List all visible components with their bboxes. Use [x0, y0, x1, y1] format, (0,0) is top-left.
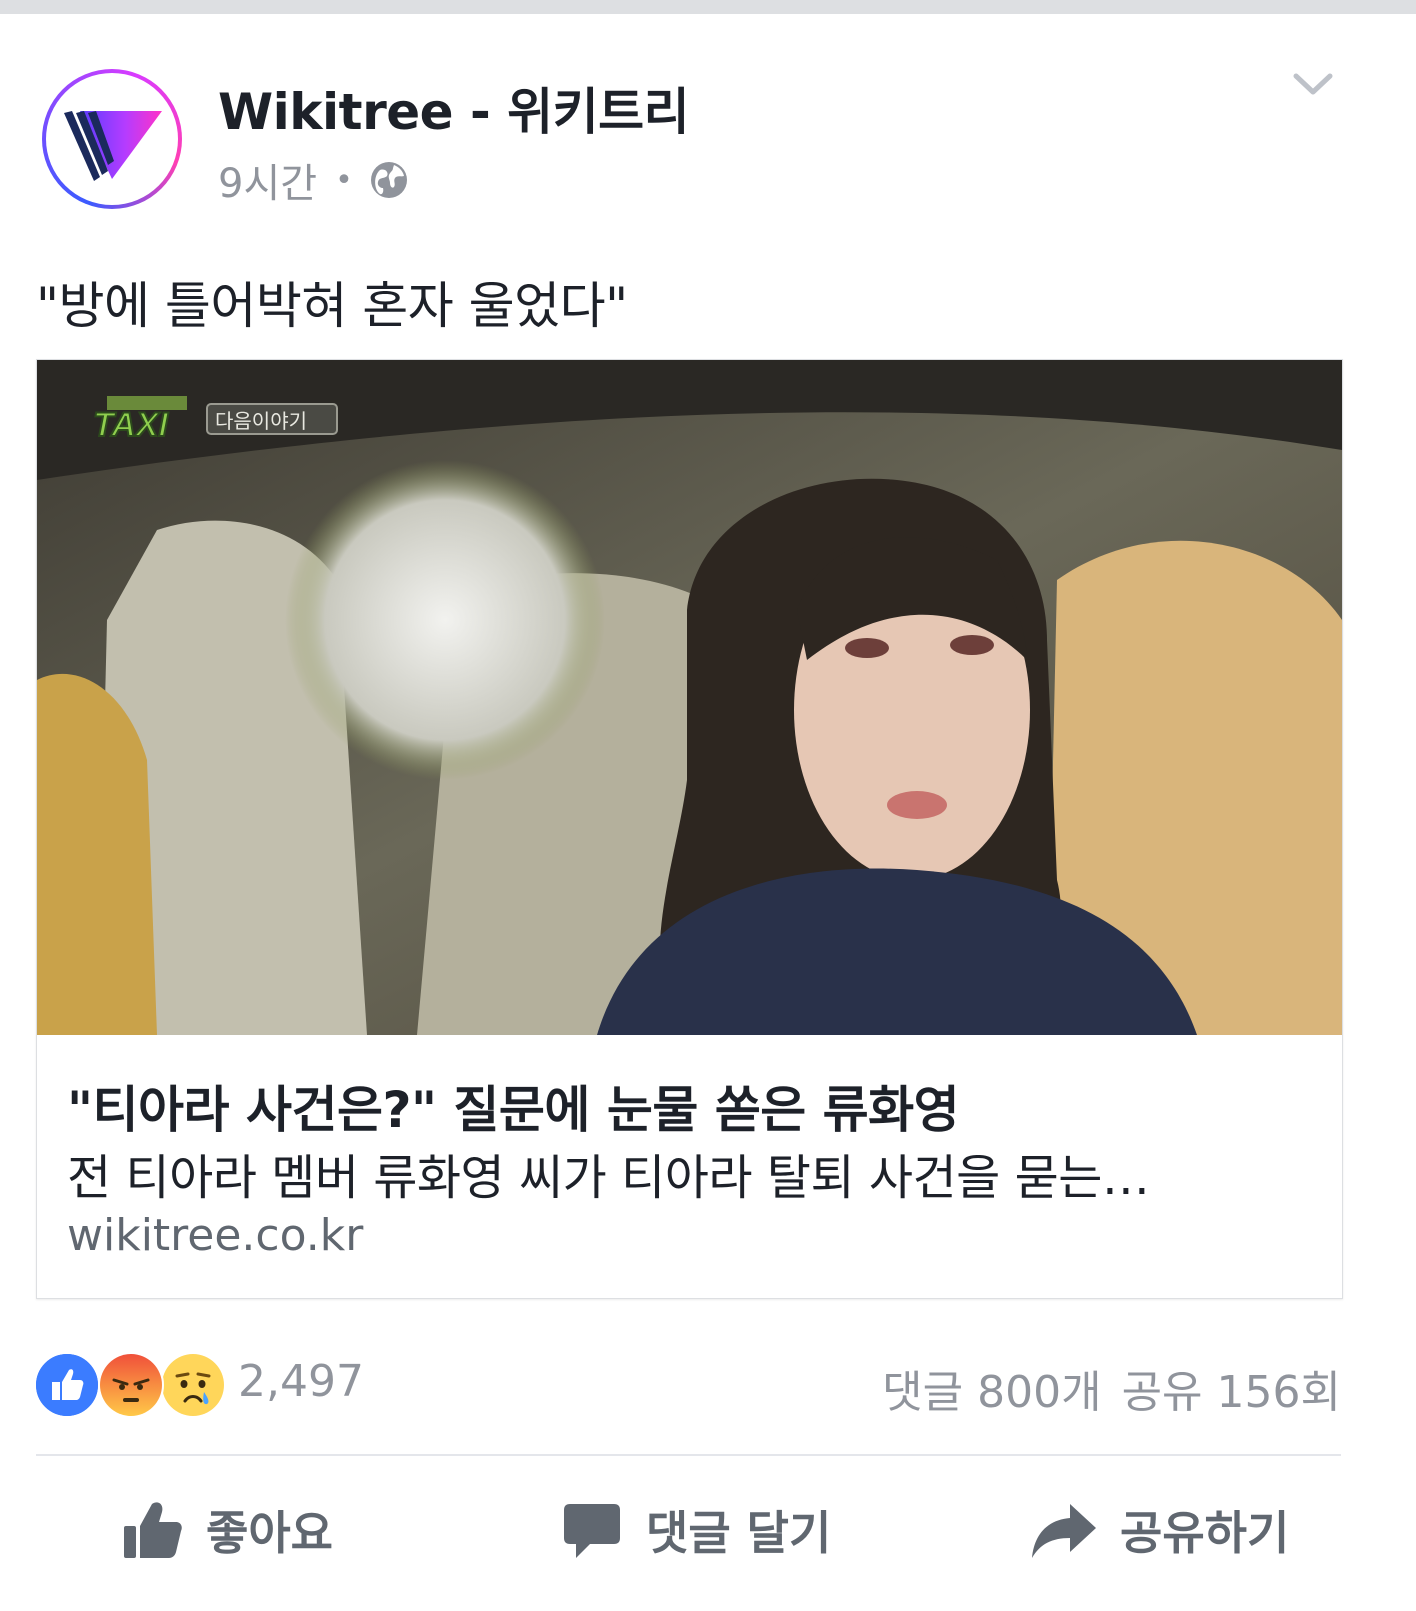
share-count[interactable]: 공유 156회	[1122, 1356, 1341, 1420]
action-divider	[36, 1454, 1341, 1456]
reaction-icons[interactable]	[34, 1352, 234, 1418]
page-avatar[interactable]	[42, 69, 182, 209]
sad-reaction-icon	[160, 1352, 226, 1418]
link-thumbnail-image[interactable]: TAXI 다음이야기	[37, 360, 1342, 1035]
top-separator	[0, 0, 1416, 14]
post-text: "방에 틀어박혀 혼자 울었다"	[36, 277, 628, 335]
link-description: 전 티아라 멤버 류화영 씨가 티아라 탈퇴 사건을 묻는…	[67, 1150, 1150, 1206]
comment-label: 댓글 달기	[646, 1506, 832, 1560]
show-logo-text: TAXI	[93, 406, 169, 444]
share-label: 공유하기	[1120, 1506, 1290, 1560]
like-button[interactable]: 좋아요	[120, 1490, 333, 1570]
share-button[interactable]: 공유하기	[1030, 1490, 1289, 1570]
thumbs-up-icon	[120, 1498, 184, 1562]
share-arrow-icon	[1030, 1498, 1098, 1562]
like-reaction-icon	[34, 1352, 100, 1418]
wikitree-logo-icon	[64, 111, 162, 181]
chevron-down-icon[interactable]	[1288, 60, 1338, 110]
page-name[interactable]: Wikitree - 위키트리	[218, 72, 690, 144]
meta-separator: •	[335, 162, 353, 198]
link-preview-card[interactable]: TAXI 다음이야기 "티아라 사건은?" 질문에 눈물 쏟은 류화영 전 티아…	[36, 359, 1343, 1299]
link-domain: wikitree.co.kr	[67, 1210, 364, 1261]
reaction-count[interactable]: 2,497	[238, 1356, 364, 1407]
link-title[interactable]: "티아라 사건은?" 질문에 눈물 쏟은 류화영	[67, 1070, 960, 1142]
angry-reaction-icon	[98, 1352, 164, 1418]
comment-button[interactable]: 댓글 달기	[560, 1490, 831, 1570]
comment-bubble-icon	[560, 1498, 624, 1562]
show-badge-text: 다음이야기	[215, 409, 307, 433]
post-meta: 9시간 •	[218, 152, 409, 208]
comment-count[interactable]: 댓글 800개	[882, 1356, 1101, 1420]
globe-icon	[370, 162, 407, 198]
like-label: 좋아요	[206, 1506, 333, 1560]
post-time[interactable]: 9시간	[218, 151, 317, 209]
comment-share-counts: 댓글 800개 공유 156회	[882, 1356, 1341, 1420]
